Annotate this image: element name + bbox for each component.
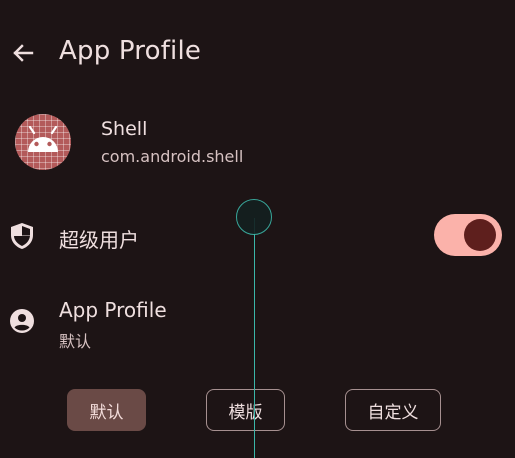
profile-option-template-button[interactable]: 模版	[206, 389, 285, 431]
app-profile-row[interactable]: App Profile 默认	[0, 290, 515, 360]
account-circle-icon	[10, 309, 34, 333]
superuser-toggle[interactable]	[434, 214, 502, 256]
profile-title: App Profile	[59, 298, 167, 322]
profile-option-custom-button[interactable]: 自定义	[345, 389, 441, 431]
superuser-label: 超级用户	[59, 228, 139, 252]
app-icon	[15, 114, 71, 170]
back-button[interactable]	[8, 38, 38, 68]
shield-icon	[11, 223, 33, 249]
touch-trace-line	[254, 218, 255, 458]
touch-indicator	[236, 199, 272, 235]
android-robot-icon	[28, 126, 58, 152]
app-info-row: Shell com.android.shell	[0, 110, 515, 178]
toggle-thumb	[464, 219, 496, 251]
top-app-bar: App Profile	[0, 0, 515, 108]
arrow-back-icon	[13, 44, 34, 62]
app-package: com.android.shell	[101, 147, 244, 166]
profile-option-default-button[interactable]: 默认	[67, 389, 146, 431]
page-title: App Profile	[59, 36, 202, 66]
app-name: Shell	[101, 118, 148, 140]
profile-value: 默认	[59, 332, 92, 351]
